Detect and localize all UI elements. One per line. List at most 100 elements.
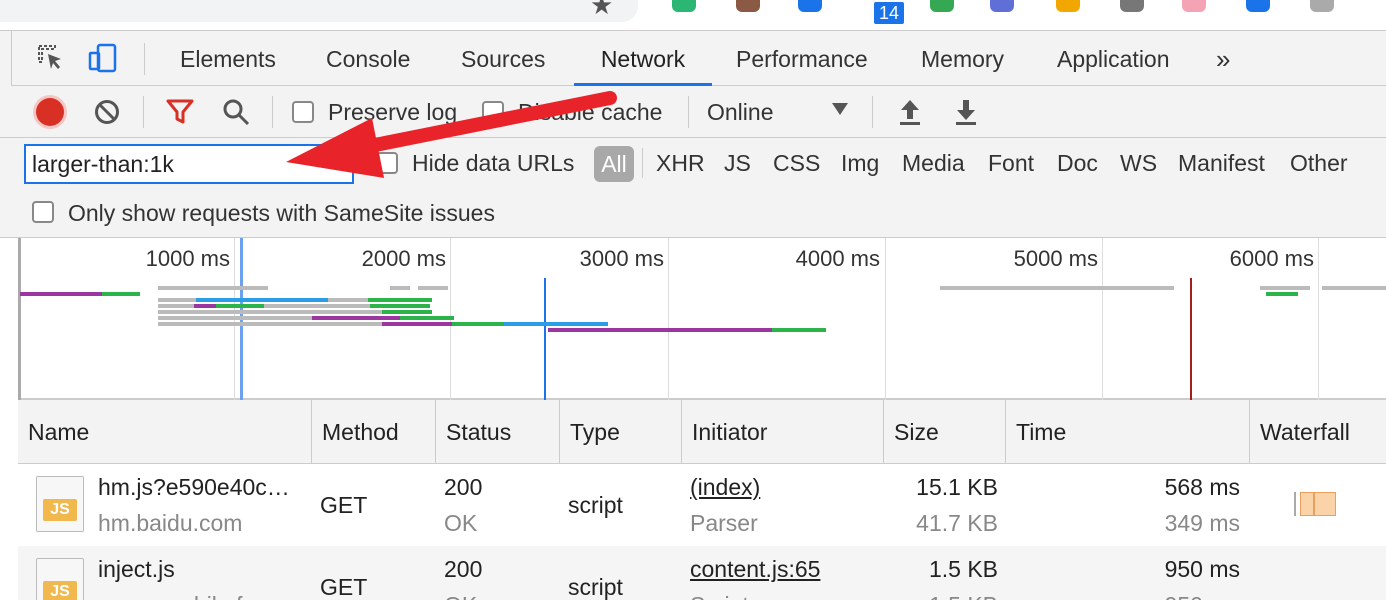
request-name[interactable]: hm.js?e590e40c… — [98, 474, 290, 501]
request-bar — [452, 322, 504, 326]
disable-cache-label: Disable cache — [518, 99, 663, 125]
preserve-log-checkbox[interactable] — [292, 101, 314, 123]
filter-type-js[interactable]: JS — [724, 138, 751, 188]
column-header-time[interactable]: Time — [1006, 400, 1250, 464]
network-overview[interactable]: 1000 ms 2000 ms 3000 ms 4000 ms 5000 ms … — [18, 238, 1386, 400]
js-file-icon-label: JS — [43, 499, 77, 521]
device-toolbar-icon[interactable] — [88, 43, 118, 73]
request-bar — [264, 304, 370, 308]
column-header-method[interactable]: Method — [312, 400, 436, 464]
network-toolbar: Preserve log Disable cache Online — [0, 86, 1386, 138]
more-tabs-icon[interactable]: » — [1216, 31, 1230, 87]
request-bar — [312, 316, 400, 320]
tick-label: 2000 ms — [361, 246, 446, 271]
extension-badge[interactable]: 14 — [874, 2, 904, 24]
tab-elements[interactable]: Elements — [180, 31, 276, 86]
extension-icon[interactable] — [1246, 0, 1270, 12]
browser-toolbar: ★ 14 — [0, 0, 1386, 30]
column-header-type[interactable]: Type — [560, 400, 682, 464]
request-bar — [102, 292, 140, 296]
request-type: script — [568, 492, 623, 518]
request-status-text: OK — [444, 510, 478, 536]
filter-type-media[interactable]: Media — [902, 138, 965, 188]
finish-marker — [1190, 278, 1192, 400]
filter-type-xhr[interactable]: XHR — [656, 138, 705, 188]
request-initiator-link[interactable]: content.js:65 — [690, 556, 820, 583]
filter-type-ws[interactable]: WS — [1120, 138, 1157, 188]
extension-icon[interactable] — [1310, 0, 1334, 12]
table-row[interactable]: JS inject.js gppongmhjkpfn GET 200 OK sc… — [18, 546, 1386, 600]
filter-type-doc[interactable]: Doc — [1057, 138, 1098, 188]
column-header-status[interactable]: Status — [436, 400, 560, 464]
search-icon[interactable] — [222, 98, 250, 126]
grid-line — [668, 238, 669, 400]
column-header-waterfall[interactable]: Waterfall — [1250, 400, 1386, 464]
request-name[interactable]: inject.js — [98, 556, 175, 583]
filter-type-css[interactable]: CSS — [773, 138, 820, 188]
disable-cache-checkbox[interactable] — [482, 101, 504, 123]
request-bar — [368, 298, 432, 302]
request-latency: 950 ms — [1006, 592, 1240, 600]
tab-application[interactable]: Application — [1057, 31, 1170, 86]
request-status: 200 — [444, 556, 483, 582]
filter-type-manifest[interactable]: Manifest — [1178, 138, 1265, 188]
extension-icon[interactable] — [1120, 0, 1144, 12]
tab-performance[interactable]: Performance — [736, 31, 868, 86]
upload-icon[interactable] — [898, 98, 922, 126]
table-header: Name Method Status Type Initiator Size T… — [18, 400, 1386, 464]
address-bar[interactable] — [0, 0, 638, 22]
tab-console[interactable]: Console — [326, 31, 410, 86]
column-header-size[interactable]: Size — [884, 400, 1006, 464]
tab-sources[interactable]: Sources — [461, 31, 545, 86]
filter-type-img[interactable]: Img — [841, 138, 879, 188]
hide-data-urls-label: Hide data URLs — [412, 150, 575, 176]
table-row[interactable]: JS hm.js?e590e40c… hm.baidu.com GET 200 … — [18, 464, 1386, 546]
request-initiator-type: Parser — [690, 510, 758, 536]
samesite-checkbox[interactable] — [32, 201, 54, 223]
request-bar — [1322, 286, 1386, 290]
column-header-initiator[interactable]: Initiator — [682, 400, 884, 464]
filter-type-all[interactable]: All — [594, 146, 634, 182]
request-type: script — [568, 574, 623, 600]
tick-label: 4000 ms — [795, 246, 880, 271]
js-file-icon: JS — [36, 476, 84, 532]
inspect-element-icon[interactable] — [36, 43, 66, 73]
waterfall-ttfb — [1300, 492, 1314, 516]
filter-input[interactable] — [24, 144, 354, 184]
filter-icon[interactable] — [166, 99, 194, 125]
record-icon[interactable] — [36, 98, 64, 126]
grid-line — [885, 238, 886, 400]
filter-type-font[interactable]: Font — [988, 138, 1034, 188]
panel-edge — [0, 31, 12, 87]
divider — [144, 43, 145, 75]
extension-icon[interactable] — [798, 0, 822, 12]
extension-icon[interactable] — [990, 0, 1014, 12]
clear-icon[interactable] — [94, 99, 120, 125]
request-bar — [548, 328, 772, 332]
request-bar — [158, 316, 312, 320]
extension-icon[interactable] — [672, 0, 696, 12]
bookmark-star-icon[interactable]: ★ — [590, 0, 613, 21]
devtools-tabbar: Elements Console Sources Network Perform… — [0, 30, 1386, 87]
request-resource-size: 1.5 KB — [884, 592, 998, 600]
request-bar — [196, 298, 328, 302]
request-bar — [158, 322, 382, 326]
chevron-down-icon[interactable] — [832, 103, 848, 115]
download-icon[interactable] — [954, 98, 978, 126]
request-initiator-link[interactable]: (index) — [690, 474, 760, 501]
extension-icon[interactable] — [1056, 0, 1080, 12]
tick-label: 5000 ms — [1013, 246, 1098, 271]
extension-icon[interactable] — [1182, 0, 1206, 12]
hide-data-urls-checkbox[interactable] — [376, 152, 398, 174]
request-resource-size: 41.7 KB — [916, 510, 998, 536]
request-bar — [158, 286, 268, 290]
waterfall-download — [1314, 492, 1336, 516]
filter-type-other[interactable]: Other — [1290, 138, 1348, 188]
column-header-name[interactable]: Name — [18, 400, 312, 464]
preserve-log-label: Preserve log — [328, 99, 458, 125]
throttling-select[interactable]: Online — [707, 86, 773, 138]
tab-memory[interactable]: Memory — [921, 31, 1004, 86]
extension-icon[interactable] — [736, 0, 760, 12]
extension-icon[interactable] — [930, 0, 954, 12]
tab-network[interactable]: Network — [574, 31, 712, 86]
